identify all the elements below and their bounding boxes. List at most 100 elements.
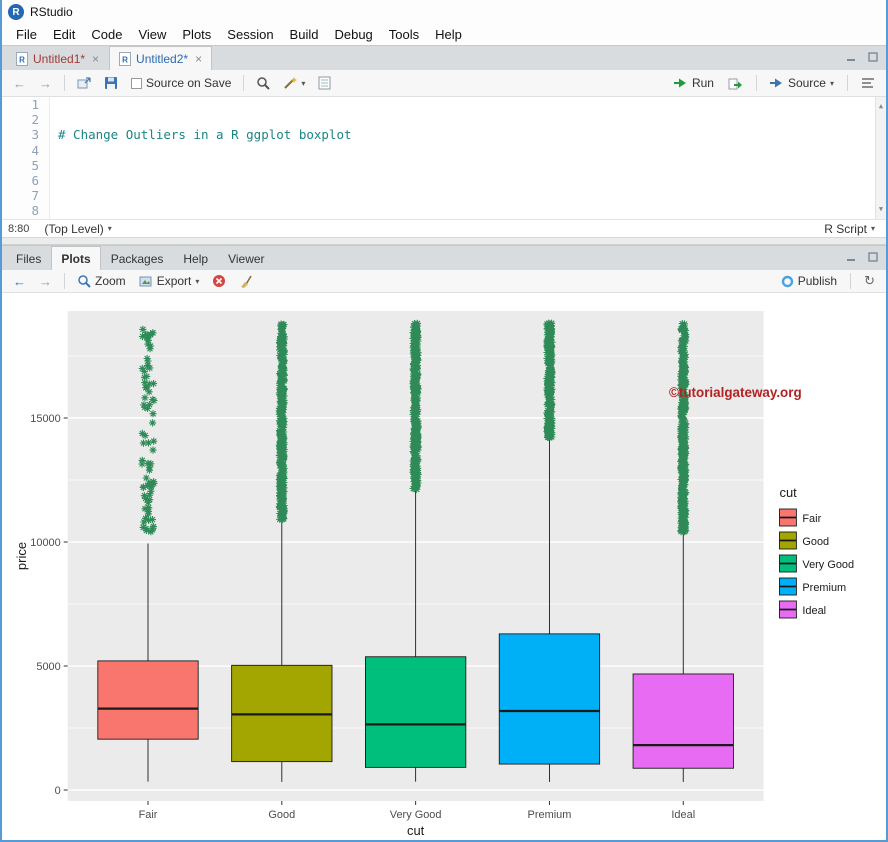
forward-button[interactable]: → bbox=[34, 74, 57, 93]
menubar: File Edit Code View Plots Session Build … bbox=[2, 24, 886, 45]
menu-debug[interactable]: Debug bbox=[326, 26, 380, 43]
tab-untitled1[interactable]: R Untitled1* × bbox=[6, 46, 109, 70]
menu-view[interactable]: View bbox=[130, 26, 174, 43]
code-editor[interactable]: 1 2 3 4 5 6 7 8 # Change Outliers in a R… bbox=[2, 97, 886, 219]
menu-code[interactable]: Code bbox=[83, 26, 130, 43]
titlebar: R RStudio bbox=[2, 0, 886, 24]
app-title: RStudio bbox=[30, 5, 73, 19]
popout-window-button[interactable] bbox=[72, 75, 96, 92]
tab-packages[interactable]: Packages bbox=[101, 246, 174, 270]
document-outline-button[interactable] bbox=[856, 75, 880, 91]
publish-button[interactable]: Publish bbox=[776, 272, 842, 290]
remove-plot-button[interactable] bbox=[207, 272, 231, 290]
x-tick-label: Fair bbox=[139, 809, 158, 821]
rerun-button[interactable] bbox=[723, 75, 748, 92]
chevron-down-icon: ▾ bbox=[871, 224, 875, 233]
forward-icon: → bbox=[39, 274, 52, 289]
line-number: 7 bbox=[2, 188, 39, 203]
tab-label: Files bbox=[16, 252, 41, 266]
scope-selector[interactable]: (Top Level) ▾ bbox=[39, 220, 116, 238]
close-icon[interactable]: × bbox=[92, 52, 99, 66]
line-number: 4 bbox=[2, 143, 39, 158]
maximize-pane-icon[interactable] bbox=[866, 50, 880, 63]
filetype-selector[interactable]: R Script ▾ bbox=[819, 220, 880, 238]
minimize-pane-icon[interactable] bbox=[844, 50, 858, 63]
tab-files[interactable]: Files bbox=[6, 246, 51, 270]
tab-plots[interactable]: Plots bbox=[51, 246, 100, 270]
code-line bbox=[58, 173, 875, 188]
scroll-up-icon[interactable]: ▲ bbox=[879, 99, 883, 114]
menu-help[interactable]: Help bbox=[427, 26, 470, 43]
menu-build[interactable]: Build bbox=[282, 26, 327, 43]
notebook-icon bbox=[318, 76, 331, 90]
tab-untitled2[interactable]: R Untitled2* × bbox=[109, 46, 212, 70]
refresh-plot-button[interactable]: ↻ bbox=[859, 271, 880, 291]
x-tick-label: Very Good bbox=[390, 809, 442, 821]
remove-plot-icon bbox=[212, 274, 226, 288]
line-number: 1 bbox=[2, 97, 39, 112]
code-token: # Change Outliers in a R ggplot boxplot bbox=[58, 127, 352, 142]
chevron-down-icon: ▾ bbox=[301, 79, 305, 88]
menu-plots[interactable]: Plots bbox=[174, 26, 219, 43]
source-on-save-toggle[interactable]: Source on Save bbox=[126, 74, 236, 92]
scope-label: (Top Level) bbox=[44, 222, 103, 236]
chevron-down-icon: ▾ bbox=[195, 277, 199, 286]
compile-report-button[interactable] bbox=[313, 74, 336, 92]
save-button[interactable] bbox=[99, 74, 123, 92]
cursor-position: 8:80 bbox=[8, 223, 29, 235]
zoom-button[interactable]: Zoom bbox=[72, 272, 131, 290]
tab-label: Packages bbox=[111, 252, 164, 266]
tab-help[interactable]: Help bbox=[173, 246, 218, 270]
source-button[interactable]: Source ▾ bbox=[765, 74, 839, 92]
refresh-icon: ↻ bbox=[864, 273, 875, 289]
back-button[interactable]: ← bbox=[8, 74, 31, 93]
r-script-file-icon: R bbox=[119, 52, 131, 66]
rstudio-logo-icon: R bbox=[8, 4, 24, 20]
x-tick-label: Premium bbox=[528, 809, 572, 821]
plot-display-area: 050001000015000FairGoodVery GoodPremiumI… bbox=[2, 293, 886, 840]
plots-tabbar: Files Plots Packages Help Viewer bbox=[2, 245, 886, 270]
find-replace-button[interactable] bbox=[251, 74, 275, 92]
legend-label: Premium bbox=[802, 582, 846, 594]
close-icon[interactable]: × bbox=[195, 52, 202, 66]
tab-label: Untitled2* bbox=[136, 52, 188, 66]
magic-wand-icon bbox=[283, 76, 297, 90]
run-button[interactable]: Run bbox=[669, 74, 719, 92]
maximize-pane-icon[interactable] bbox=[866, 250, 880, 263]
toolbar-separator bbox=[243, 75, 244, 91]
next-plot-button[interactable]: → bbox=[34, 272, 57, 291]
chevron-down-icon: ▾ bbox=[830, 79, 834, 88]
editor-scrollbar[interactable]: ▲ ▼ bbox=[875, 97, 886, 219]
back-icon: ← bbox=[13, 274, 26, 289]
x-tick-label: Good bbox=[268, 809, 295, 821]
tab-label: Plots bbox=[61, 252, 90, 266]
y-tick-label: 15000 bbox=[30, 413, 60, 425]
code-content[interactable]: # Change Outliers in a R ggplot boxplot … bbox=[50, 97, 875, 219]
legend-label: Good bbox=[802, 536, 829, 548]
menu-edit[interactable]: Edit bbox=[45, 26, 83, 43]
svg-text:R: R bbox=[19, 55, 25, 64]
menu-tools[interactable]: Tools bbox=[381, 26, 427, 43]
chevron-down-icon: ▾ bbox=[108, 224, 112, 233]
source-on-save-checkbox[interactable] bbox=[131, 78, 142, 89]
previous-plot-button[interactable]: ← bbox=[8, 272, 31, 291]
line-number: 3 bbox=[2, 127, 39, 142]
export-icon bbox=[139, 275, 153, 288]
boxplot-chart: 050001000015000FairGoodVery GoodPremiumI… bbox=[2, 293, 886, 840]
scroll-down-icon[interactable]: ▼ bbox=[879, 202, 883, 217]
export-button[interactable]: Export ▾ bbox=[134, 272, 205, 290]
menu-file[interactable]: File bbox=[8, 26, 45, 43]
y-axis-title: price bbox=[14, 542, 29, 570]
line-number: 6 bbox=[2, 173, 39, 188]
tab-viewer[interactable]: Viewer bbox=[218, 246, 274, 270]
clear-all-plots-button[interactable] bbox=[234, 272, 258, 290]
y-tick-label: 5000 bbox=[36, 661, 60, 673]
pane-splitter[interactable] bbox=[2, 237, 886, 245]
minimize-pane-icon[interactable] bbox=[844, 250, 858, 263]
menu-session[interactable]: Session bbox=[219, 26, 281, 43]
forward-icon: → bbox=[39, 76, 52, 91]
tab-label: Viewer bbox=[228, 252, 264, 266]
code-tools-button[interactable]: ▾ bbox=[278, 74, 310, 92]
source-toolbar: ← → Source on Save ▾ Run bbox=[2, 70, 886, 97]
filetype-label: R Script bbox=[824, 222, 867, 236]
